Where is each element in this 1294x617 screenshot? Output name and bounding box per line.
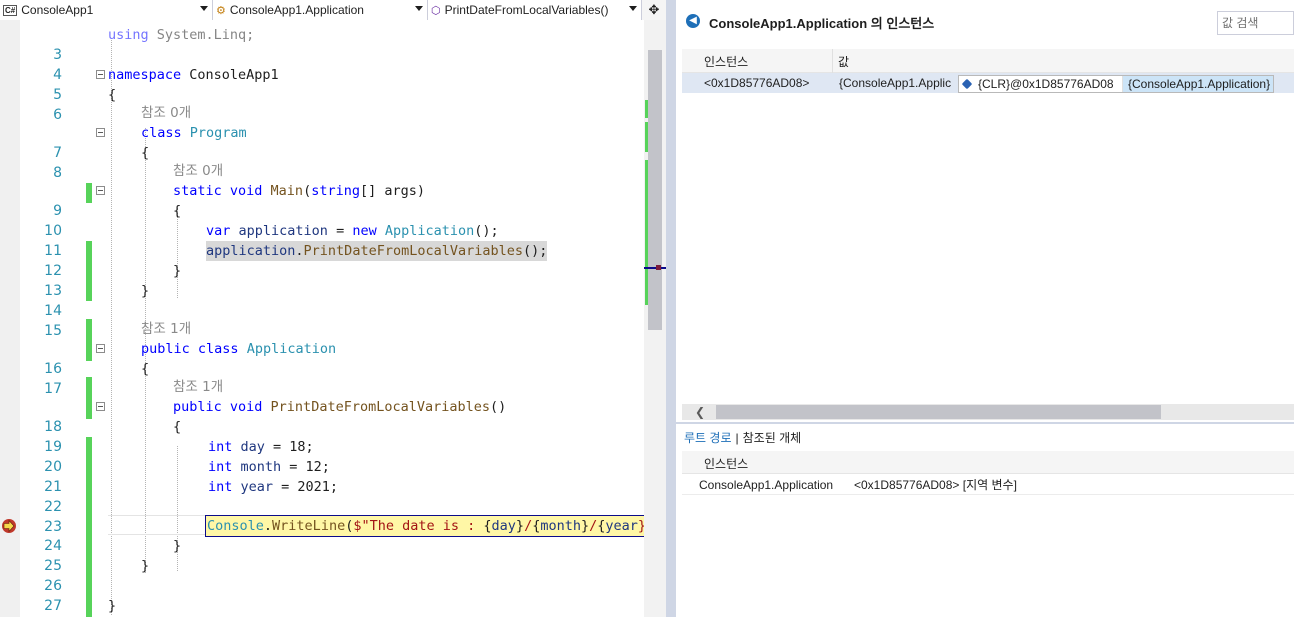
column-header-instance[interactable]: 인스턴스: [704, 53, 748, 70]
tab-root-path[interactable]: 루트 경로: [684, 431, 732, 445]
instances-horizontal-scrollbar[interactable]: ❮: [682, 404, 1294, 420]
split-window-button[interactable]: ✥: [642, 0, 666, 20]
instances-panel: ◀ ConsoleApp1.Application 의 인스턴스 인스턴스 값 …: [676, 0, 1294, 617]
datatip-address[interactable]: {CLR}@0x1D85776AD08: [959, 76, 1122, 92]
collapse-toggle[interactable]: [96, 128, 105, 137]
code-line-12: 12 application.PrintDateFromLocalVariabl…: [20, 241, 644, 301]
code-line-26: 26 }: [20, 556, 644, 616]
code-line-28: 28 }: [20, 596, 644, 616]
back-arrow-icon[interactable]: ◀: [686, 14, 700, 28]
member-dropdown-label: PrintDateFromLocalVariables(): [444, 3, 609, 17]
panel-divider: [676, 422, 1294, 424]
line-number: 6: [53, 107, 62, 123]
chevron-down-icon: [415, 6, 423, 11]
reference-tabs: 루트 경로 | 참조된 개체: [684, 429, 801, 446]
code-line-4: 4: [20, 45, 644, 83]
code-editor[interactable]: C# ConsoleApp1 ⚙ ConsoleApp1.Application…: [0, 0, 666, 617]
code-line-21: 21 int month = 12;: [20, 457, 644, 517]
code-line-22: 22 int year = 2021;: [20, 477, 644, 537]
codelens-references[interactable]: 참조 1개: [173, 377, 223, 397]
collapse-toggle[interactable]: [96, 344, 105, 353]
codelens-references[interactable]: 참조 1개: [141, 319, 191, 339]
codelens-references[interactable]: 참조 0개: [141, 103, 191, 123]
scroll-left-icon[interactable]: ❮: [695, 405, 705, 419]
class-dropdown-label: ConsoleApp1.Application: [229, 3, 364, 17]
code-line-15: 15: [20, 301, 644, 361]
value-cell: {ConsoleApp1.Applic: [839, 76, 952, 90]
tab-referenced-objects[interactable]: 참조된 개체: [743, 431, 802, 445]
tab-separator: |: [735, 431, 739, 445]
grid-header: 인스턴스: [682, 451, 1294, 474]
line-number: 15: [44, 323, 62, 339]
panel-title: ConsoleApp1.Application 의 인스턴스: [709, 16, 935, 31]
grid-header: 인스턴스 값: [682, 49, 1294, 73]
collapse-toggle[interactable]: [96, 186, 105, 195]
project-dropdown-label: ConsoleApp1: [21, 3, 94, 17]
current-position-marker: [644, 265, 666, 270]
member-dropdown[interactable]: ⬡ PrintDateFromLocalVariables(): [428, 0, 642, 20]
navigation-bar: C# ConsoleApp1 ⚙ ConsoleApp1.Application…: [0, 0, 666, 20]
value-search-input[interactable]: [1217, 11, 1294, 35]
collapse-toggle[interactable]: [96, 70, 105, 79]
column-header-instance[interactable]: 인스턴스: [704, 455, 748, 472]
code-line-23: 23: [20, 497, 644, 557]
code-area[interactable]: 3 using System.Linq; 4 5 namespace Conso…: [20, 20, 644, 617]
project-dropdown[interactable]: C# ConsoleApp1: [0, 0, 213, 20]
code-line-18: 18 public void PrintDateFromLocalVariabl…: [20, 397, 644, 457]
change-marker: [86, 377, 92, 397]
code-line-9: 9 static void Main(string[] args): [20, 181, 644, 219]
code-line-14: 14 }: [20, 281, 644, 341]
glyph-margin[interactable]: [0, 20, 20, 617]
instances-grid: 인스턴스 값 <0x1D85776AD08> {ConsoleApp1.Appl…: [682, 49, 1294, 404]
root-path-grid: 인스턴스 ConsoleApp1.Application <0x1D85776A…: [682, 451, 1294, 617]
collapse-toggle[interactable]: [96, 402, 105, 411]
editor-vertical-scrollbar[interactable]: [644, 20, 666, 617]
instance-cell: <0x1D85776AD08>: [704, 76, 810, 90]
code-line-6: 6 {: [20, 85, 644, 123]
codelens-references[interactable]: 참조 0개: [173, 161, 223, 181]
method-icon: ⬡: [431, 4, 441, 17]
datatip-address-text: {CLR}@0x1D85776AD08: [978, 77, 1114, 91]
code-line-20: 20 int day = 18;: [20, 437, 644, 497]
code-line-8: 8 {: [20, 143, 644, 203]
change-marker: [86, 319, 92, 339]
column-header-value[interactable]: 값: [838, 53, 849, 70]
line-number: 8: [53, 165, 62, 181]
code-line-17: 17 {: [20, 359, 644, 419]
table-row[interactable]: ConsoleApp1.Application <0x1D85776AD08> …: [682, 475, 1294, 495]
code-line-13: 13 }: [20, 261, 644, 299]
datatip-popup[interactable]: {CLR}@0x1D85776AD08 {ConsoleApp1.Applica…: [958, 75, 1274, 93]
chevron-down-icon: [629, 6, 637, 11]
code-line-7: 7 class Program: [20, 123, 644, 161]
code-line-10: 10 {: [20, 201, 644, 261]
chevron-down-icon: [200, 6, 208, 11]
root-ref-cell: <0x1D85776AD08> [지역 변수]: [854, 478, 1017, 492]
code-line-16: 16 public class Application: [20, 339, 644, 399]
object-icon: [961, 78, 973, 90]
root-name-cell: ConsoleApp1.Application: [699, 478, 834, 492]
current-statement: Console.WriteLine($"The date is : {day}/…: [205, 515, 644, 537]
code-line-24: 24 Console.WriteLine($"The date is : {da…: [20, 515, 644, 576]
instruction-pointer-icon: [0, 516, 20, 536]
scrollbar-thumb[interactable]: [648, 50, 662, 330]
code-line-27: 27: [20, 576, 644, 617]
csharp-project-icon: C#: [3, 4, 18, 16]
code-line-3: 3 using System.Linq;: [20, 25, 644, 63]
line-number: 17: [44, 381, 62, 397]
column-divider[interactable]: [832, 49, 833, 73]
class-dropdown[interactable]: ⚙ ConsoleApp1.Application: [213, 0, 428, 20]
class-icon: ⚙: [216, 4, 226, 17]
code-line-11: 11 var application = new Application();: [20, 221, 644, 281]
code-line-5: 5 namespace ConsoleApp1: [20, 65, 644, 103]
split-icon: ✥: [648, 2, 660, 18]
code-line-25: 25 }: [20, 536, 644, 596]
pane-splitter[interactable]: [666, 0, 676, 617]
datatip-value[interactable]: {ConsoleApp1.Application}: [1122, 76, 1273, 92]
scrollbar-thumb[interactable]: [716, 405, 1161, 419]
code-line-19: 19 {: [20, 417, 644, 477]
